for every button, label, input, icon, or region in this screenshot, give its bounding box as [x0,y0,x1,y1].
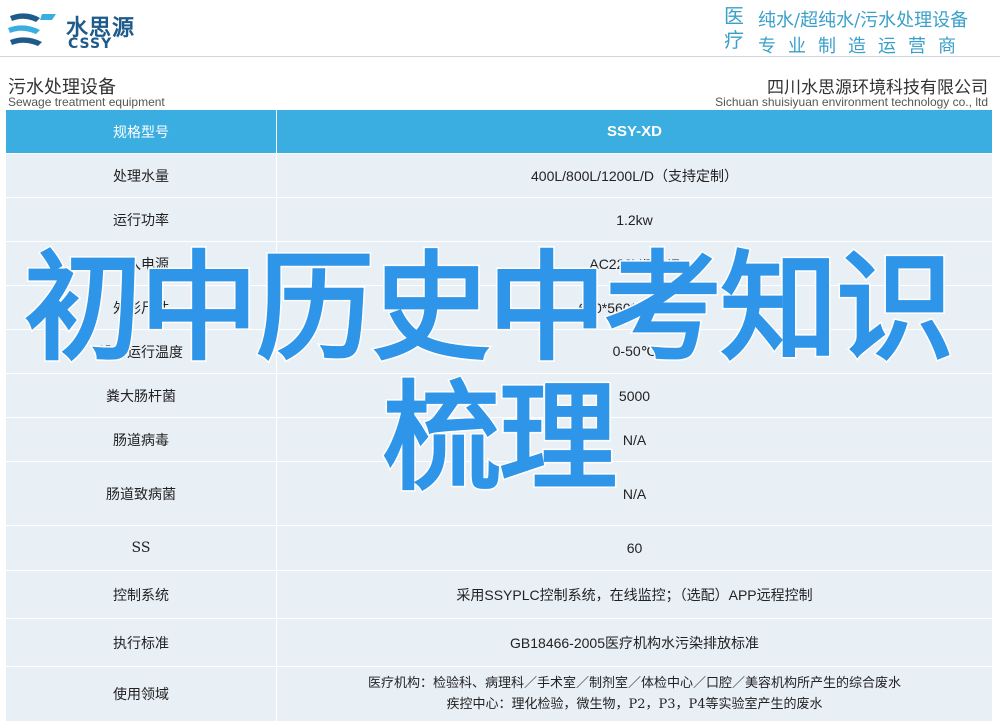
row-label: 外形尺寸 [6,286,277,329]
table-row: 肠道病毒 N/A [6,418,992,462]
row-label: 执行标准 [6,619,277,666]
medical-label: 医 疗 [724,4,752,52]
row-value: 60 [626,540,643,556]
table-row: 运行功率 1.2kw [6,198,992,242]
table-row: 输入电源 AC220V/50HZ [6,242,992,286]
row-label: 肠道病毒 [6,418,277,461]
row-label: 粪大肠杆菌 [6,374,277,417]
application-cdc: 疾控中心：理化检验，微生物，P2，P3，P4等实验室产生的废水 [446,697,823,712]
row-label: 控制系统 [6,571,277,618]
header-tagline: 医 疗 纯水/超纯水/污水处理设备 专业制造运营商 [724,4,1000,57]
table-header-row: 规格型号 SSY-XD [6,110,992,154]
row-label: 运行功率 [6,198,277,241]
row-label: 使用领域 [6,667,277,721]
table-row: 控制系统 采用SSYPLC控制系统，在线监控；（选配）APP远程控制 [6,571,992,619]
row-value: AC220V/50HZ [589,255,680,272]
water-drop-logo-icon [8,13,56,46]
row-label: 设备运行温度 [6,330,277,373]
row-label: 处理水量 [6,154,277,197]
table-row: 处理水量 400L/800L/1200L/D（支持定制） [6,154,992,198]
header-label: 规格型号 [6,110,277,153]
company-logo: 水思源 CSSY [6,4,146,54]
row-value: 680*560*1440mm [578,299,691,316]
table-row: 外形尺寸 680*560*1440mm [6,286,992,330]
row-value: 5000 [618,387,651,404]
table-row: 使用领域 医疗机构：检验科、病理科／手术室／制剂室／体检中心／口腔／美容机构所产… [6,667,992,722]
table-row: 设备运行温度 0-50℃ [6,330,992,374]
application-medical: 医疗机构：检验科、病理科／手术室／制剂室／体检中心／口腔／美容机构所产生的综合废… [367,676,901,691]
spec-table: 规格型号 SSY-XD 处理水量 400L/800L/1200L/D（支持定制）… [6,110,992,722]
row-label: 输入电源 [6,242,277,285]
logo-english-name: CSSY [68,36,113,52]
medical-char-2: 疗 [724,28,744,52]
row-value: 0-50℃ [612,343,657,359]
row-value: 1.2kw [616,211,653,228]
table-row: 执行标准 GB18466-2005医疗机构水污染排放标准 [6,619,992,667]
row-value: 采用SSYPLC控制系统，在线监控；（选配）APP远程控制 [456,586,813,603]
row-value: N/A [622,431,647,448]
tagline-slogan: 专业制造运营商 [758,36,968,57]
row-value: N/A [622,485,647,502]
table-row: 粪大肠杆菌 5000 [6,374,992,418]
header-value: SSY-XD [606,123,663,140]
tagline-products: 纯水/超纯水/污水处理设备 [758,10,969,31]
row-value: 400L/800L/1200L/D（支持定制） [531,167,738,184]
table-row: SS 60 [6,526,992,571]
row-label: SS [6,526,277,570]
row-value: 医疗机构：检验科、病理科／手术室／制剂室／体检中心／口腔／美容机构所产生的综合废… [277,667,992,721]
row-label: 肠道致病菌 [6,462,277,525]
product-category-subtitle: Sewage treatment equipment [8,95,165,109]
title-bar: 污水处理设备 Sewage treatment equipment 四川水思源环… [0,56,1000,109]
company-name-english: Sichuan shuisiyuan environment technolog… [715,95,988,109]
row-value: GB18466-2005医疗机构水污染排放标准 [510,634,759,651]
table-row: 肠道致病菌 N/A [6,462,992,526]
medical-char-1: 医 [724,4,744,28]
